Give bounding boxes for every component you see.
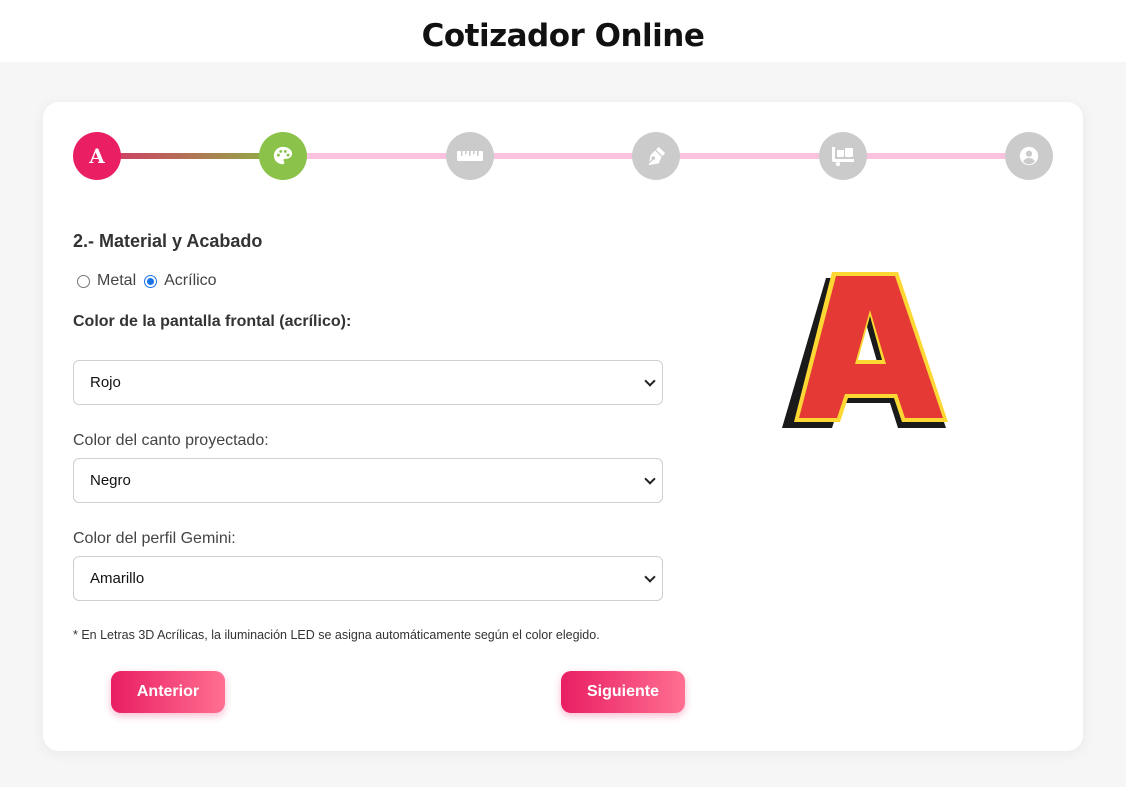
chevron-down-icon xyxy=(644,571,656,583)
palette-icon xyxy=(273,146,293,165)
page-title: Cotizador Online xyxy=(421,18,705,54)
stepper-track-completed xyxy=(97,153,283,159)
truck-ramp-icon xyxy=(832,147,854,167)
chevron-down-icon xyxy=(644,375,656,387)
chevron-down-icon xyxy=(644,473,656,485)
step-6[interactable] xyxy=(1005,132,1053,180)
profile-color-value: Amarillo xyxy=(90,570,145,587)
acrylic-radio-label[interactable]: Acrílico xyxy=(164,272,216,290)
front-color-select[interactable]: Rojo xyxy=(73,360,663,405)
ruler-icon xyxy=(457,151,483,161)
previous-button[interactable]: Anterior xyxy=(111,671,225,713)
front-color-label: Color de la pantalla frontal (acrílico): xyxy=(73,313,352,330)
edge-color-value: Negro xyxy=(90,472,131,489)
edge-color-select[interactable]: Negro xyxy=(73,458,663,503)
step-4[interactable] xyxy=(632,132,680,180)
profile-color-label: Color del perfil Gemini: xyxy=(73,530,236,547)
step-5[interactable] xyxy=(819,132,867,180)
metal-radio[interactable] xyxy=(77,274,90,288)
step-2[interactable] xyxy=(259,132,307,180)
profile-color-select[interactable]: Amarillo xyxy=(73,556,663,601)
metal-radio-label[interactable]: Metal xyxy=(97,272,136,290)
front-color-value: Rojo xyxy=(90,374,121,391)
led-note: * En Letras 3D Acrílicas, la iluminación… xyxy=(73,628,600,642)
progress-stepper: A xyxy=(73,132,1053,180)
step-3[interactable] xyxy=(446,132,494,180)
acrylic-radio[interactable] xyxy=(144,274,158,288)
edge-color-label: Color del canto proyectado: xyxy=(73,432,269,449)
next-button[interactable]: Siguiente xyxy=(561,671,685,713)
material-radio-group: Metal Acrílico xyxy=(77,272,225,290)
section-title: 2.- Material y Acabado xyxy=(73,231,263,251)
letter-preview xyxy=(782,272,948,428)
quote-card: A 2.- Material y Acabado Metal Acrílico … xyxy=(43,102,1083,751)
step-1[interactable]: A xyxy=(73,132,121,180)
pen-nib-icon xyxy=(648,146,666,166)
letter-a-icon: A xyxy=(89,144,105,168)
user-circle-icon xyxy=(1019,146,1039,166)
